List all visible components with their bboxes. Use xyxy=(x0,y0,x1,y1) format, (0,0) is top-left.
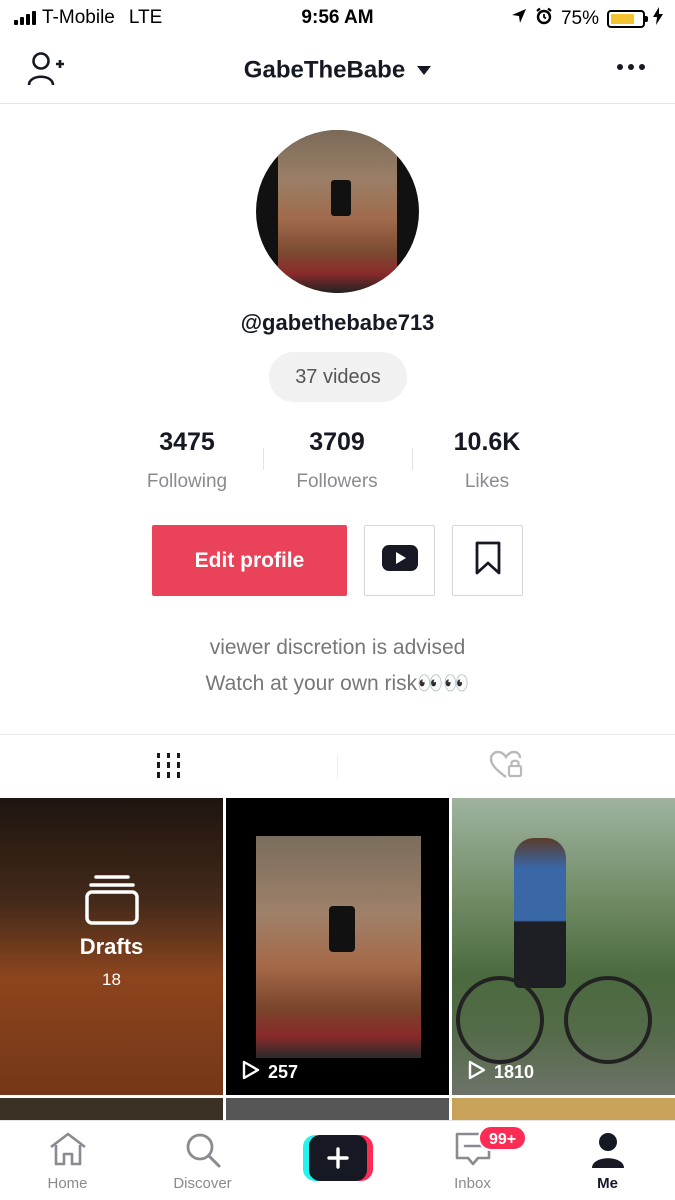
likes-count: 10.6K xyxy=(453,428,521,456)
play-icon xyxy=(242,1060,260,1085)
video-thumbnail[interactable]: 257 xyxy=(226,798,449,1095)
chevron-down-icon xyxy=(417,66,432,76)
battery-percent: 75% xyxy=(560,8,599,29)
home-icon xyxy=(0,1131,135,1171)
stat-likes[interactable]: 10.6K Likes xyxy=(412,428,562,493)
status-bar: T-Mobile LTE 9:56 AM 75% xyxy=(0,0,675,36)
bookmark-icon xyxy=(474,541,502,580)
profile-tabs xyxy=(0,734,675,798)
followers-label: Followers xyxy=(296,471,378,492)
drafts-label: Drafts xyxy=(79,934,144,959)
drafts-tile[interactable]: Drafts 18 xyxy=(0,798,223,1095)
thumbnail-wheel xyxy=(456,976,544,1064)
battery-icon xyxy=(607,10,648,28)
video-grid: Drafts 18 257 1810 xyxy=(0,798,675,1120)
following-count: 3475 xyxy=(159,428,215,456)
thumbnail-wheel xyxy=(564,976,652,1064)
nav-discover[interactable]: Discover xyxy=(135,1121,270,1200)
video-thumbnail[interactable] xyxy=(0,1098,223,1120)
view-count-value: 1810 xyxy=(494,1062,535,1082)
nav-home[interactable]: Home xyxy=(0,1121,135,1200)
profile-stats: 3475 Following 3709 Followers 10.6K Like… xyxy=(0,428,675,498)
video-count-badge: 37 videos xyxy=(269,352,407,402)
nav-me[interactable]: Me xyxy=(540,1121,675,1200)
video-thumbnail[interactable]: 1810 xyxy=(452,798,675,1095)
following-label: Following xyxy=(146,471,228,492)
alarm-icon xyxy=(535,7,553,31)
profile-header: GabeTheBabe xyxy=(0,36,675,104)
view-count: 1810 xyxy=(468,1060,534,1085)
likes-label: Likes xyxy=(464,471,510,492)
view-count-value: 257 xyxy=(268,1062,299,1082)
account-name: GabeTheBabe xyxy=(243,56,406,84)
tab-liked[interactable] xyxy=(338,735,675,799)
edit-profile-button[interactable]: Edit profile xyxy=(152,525,347,596)
stat-following[interactable]: 3475 Following xyxy=(112,428,262,493)
nav-label: Home xyxy=(47,1175,88,1192)
thumbnail-image xyxy=(514,838,566,988)
bottom-nav: Home Discover Inbox 99+ Me xyxy=(0,1120,675,1200)
video-thumbnail[interactable] xyxy=(452,1098,675,1120)
person-icon xyxy=(540,1131,675,1171)
location-icon xyxy=(511,8,527,30)
youtube-icon xyxy=(381,545,418,576)
drafts-count: 18 xyxy=(102,970,121,989)
view-count: 257 xyxy=(242,1060,298,1085)
nav-label: Inbox xyxy=(454,1175,491,1192)
drafts-icon xyxy=(84,874,140,931)
favorites-button[interactable] xyxy=(452,525,523,596)
avatar-phone xyxy=(331,180,351,216)
video-thumbnail[interactable] xyxy=(226,1098,449,1120)
nav-label: Discover xyxy=(173,1175,232,1192)
videos-grid-icon xyxy=(155,751,183,784)
search-icon xyxy=(135,1131,270,1171)
inbox-badge: 99+ xyxy=(478,1125,528,1151)
play-icon xyxy=(468,1060,486,1085)
youtube-button[interactable] xyxy=(364,525,435,596)
bio-line-1: viewer discretion is advised xyxy=(209,636,466,659)
account-switcher[interactable]: GabeTheBabe xyxy=(0,56,675,85)
stat-followers[interactable]: 3709 Followers xyxy=(262,428,412,493)
tab-videos[interactable] xyxy=(0,735,337,799)
status-right: 75% xyxy=(511,7,663,31)
more-icon[interactable] xyxy=(617,64,645,70)
liked-private-icon xyxy=(489,750,525,785)
charging-icon xyxy=(653,7,663,31)
followers-count: 3709 xyxy=(309,428,365,456)
nav-label: Me xyxy=(597,1175,618,1192)
bio-line-2: Watch at your own risk👀👀 xyxy=(205,672,470,695)
thumbnail-phone xyxy=(329,906,355,952)
username: @gabethebabe713 xyxy=(240,310,435,335)
create-button[interactable] xyxy=(303,1135,373,1181)
avatar[interactable] xyxy=(256,130,419,293)
plus-icon xyxy=(309,1135,367,1181)
